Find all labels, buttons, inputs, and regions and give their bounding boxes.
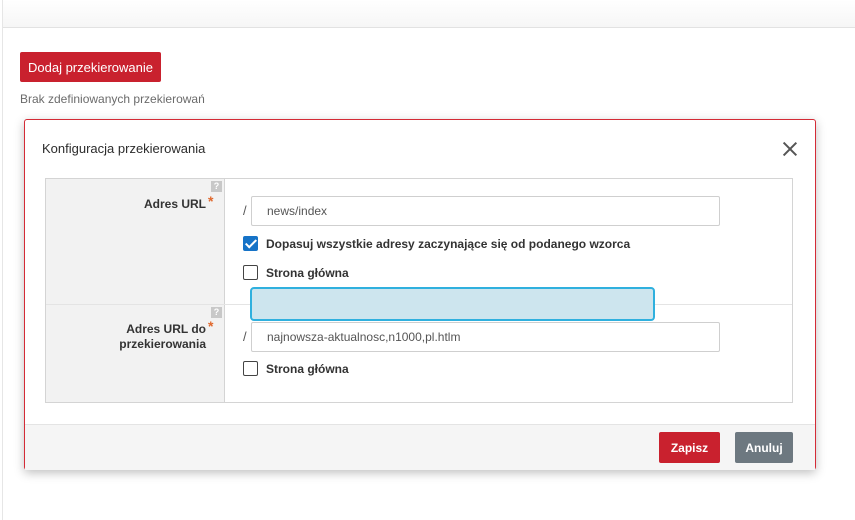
match-prefix-label: Dopasuj wszystkie adresy zaczynające się… xyxy=(266,236,631,251)
target-homepage-label: Strona główna xyxy=(266,361,349,376)
match-prefix-checkbox[interactable] xyxy=(243,236,258,251)
source-url-row: ? Adres URL * / Dopasuj wszystkie adresy… xyxy=(46,179,792,321)
url-prefix-slash: / xyxy=(243,203,247,218)
close-icon[interactable] xyxy=(781,140,799,158)
target-url-label-line1: Adres URL do xyxy=(126,322,206,336)
required-star: * xyxy=(208,193,214,209)
target-url-label-line2: przekierowania xyxy=(119,337,206,351)
source-url-label-cell: ? Adres URL * xyxy=(46,179,225,304)
empty-state-text: Brak zdefiniowanych przekierowań xyxy=(20,92,205,106)
modal-footer: Zapisz Anuluj xyxy=(25,424,815,470)
match-prefix-option[interactable]: Dopasuj wszystkie adresy zaczynające się… xyxy=(243,236,630,251)
cancel-button[interactable]: Anuluj xyxy=(735,432,793,463)
redirect-form: ? Adres URL * / Dopasuj wszystkie adresy… xyxy=(45,178,793,403)
source-homepage-label: Strona główna xyxy=(266,265,349,280)
source-homepage-checkbox[interactable] xyxy=(243,265,258,280)
page: Dodaj przekierowanie Brak zdefiniowanych… xyxy=(0,0,855,520)
target-url-label-cell: ? Adres URL do przekierowania * xyxy=(46,305,225,402)
add-redirect-button[interactable]: Dodaj przekierowanie xyxy=(20,52,161,82)
target-homepage-option[interactable]: Strona główna xyxy=(243,361,349,376)
source-homepage-option[interactable]: Strona główna xyxy=(243,265,349,280)
source-url-input[interactable] xyxy=(251,196,720,226)
target-url-row: ? Adres URL do przekierowania * / Strona… xyxy=(46,305,792,402)
modal-title: Konfiguracja przekierowania xyxy=(42,141,206,156)
url-prefix-slash: / xyxy=(243,329,247,344)
left-divider xyxy=(2,0,3,520)
target-homepage-checkbox[interactable] xyxy=(243,361,258,376)
target-url-label: Adres URL do przekierowania xyxy=(119,322,206,352)
help-icon[interactable]: ? xyxy=(211,181,222,192)
source-url-label: Adres URL xyxy=(143,197,206,211)
save-button[interactable]: Zapisz xyxy=(659,432,720,463)
redirect-config-modal: Konfiguracja przekierowania ? Adres URL … xyxy=(24,119,816,470)
required-star: * xyxy=(208,318,214,334)
help-icon[interactable]: ? xyxy=(211,307,222,318)
target-url-input[interactable] xyxy=(251,322,720,352)
top-bar xyxy=(3,0,855,28)
